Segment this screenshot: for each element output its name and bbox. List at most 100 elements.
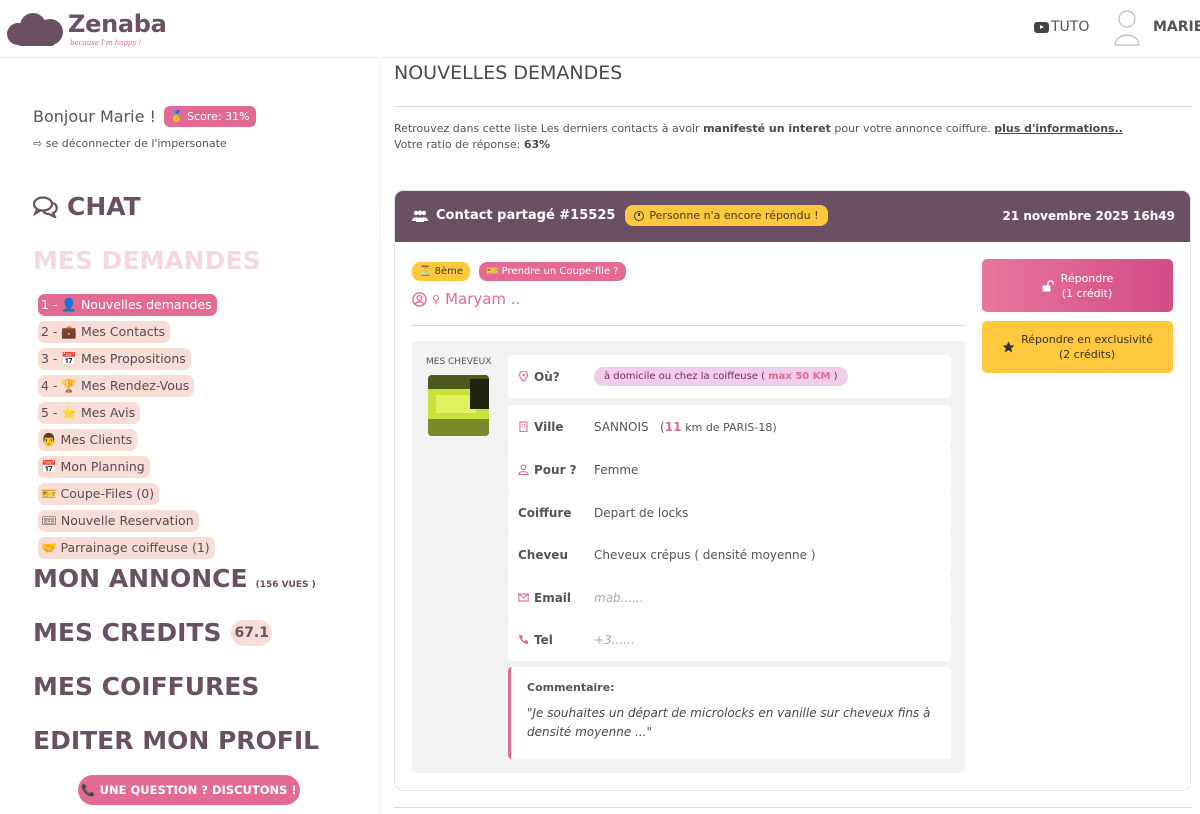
reply-button-text: Répondre (1 crédit): [1061, 271, 1114, 301]
comment-box: Commentaire: "Je souhaites un départ de …: [508, 667, 951, 759]
row-location: Où? à domicile ou chez la coiffeuse ( ma…: [508, 355, 951, 398]
ratio-value: 63%: [523, 138, 551, 151]
user-outline-icon: [518, 464, 529, 475]
subnav-nouvelle-reservation[interactable]: 🎟 Nouvelle Reservation: [38, 510, 199, 532]
nav-mon-annonce[interactable]: MON ANNONCE (156 VUES ): [33, 564, 316, 593]
status-badge-label: Personne n'a encore répondu !: [649, 209, 819, 222]
score-badge: 🥇 Score: 31%: [163, 106, 256, 127]
question-chat-button[interactable]: 📞 UNE QUESTION ? DISCUTONS !: [78, 775, 300, 805]
location-value: à domicile ou chez la coiffeuse (: [604, 371, 766, 382]
intro-part-2: pour votre annonce coiffure.: [830, 122, 995, 135]
user-avatar-icon[interactable]: [1113, 8, 1141, 46]
subnav-nouvelles-demandes[interactable]: 1 - 👤 Nouvelles demandes: [38, 294, 217, 316]
comment-text: "Je souhaites un départ de microlocks en…: [527, 706, 931, 739]
zenaba-logo[interactable]: Zenaba because I'm happy !: [6, 6, 167, 52]
demandes-subnav: 1 - 👤 Nouvelles demandes 2 - 💼 Mes Conta…: [38, 294, 217, 564]
email-label: Email: [534, 590, 572, 605]
logo-tagline: because I'm happy !: [70, 39, 142, 47]
top-header: Zenaba because I'm happy ! TUTO MARIE: [0, 0, 1200, 58]
nav-chat[interactable]: CHAT: [33, 192, 141, 221]
subnav-coupe-files[interactable]: 🎫 Coupe-Files (0): [38, 483, 160, 505]
reply-exclusive-button[interactable]: Répondre en exclusivité (2 crédits): [982, 321, 1173, 373]
bottom-divider: [394, 807, 1192, 808]
hairstyle-value: Depart de locks: [594, 505, 689, 520]
female-icon: ♀: [432, 292, 441, 306]
for-whom-label: Pour ?: [534, 462, 577, 477]
contact-date: 21 novembre 2025 16h49: [1002, 209, 1175, 223]
map-pin-icon: [518, 371, 529, 382]
subnav-mes-propositions[interactable]: 3 - 📅 Mes Propositions: [38, 348, 191, 370]
row-city: Ville SANNOIS (11 km de PARIS-18): [508, 405, 951, 448]
user-circle-icon: [412, 291, 427, 307]
row-for-whom-label: Pour ?: [508, 463, 594, 477]
hair-photo[interactable]: [428, 375, 489, 436]
unlock-icon: [1042, 279, 1054, 291]
reply-exclusive-text: Répondre en exclusivité (2 crédits): [1021, 332, 1153, 362]
reply-label: Répondre: [1060, 271, 1114, 285]
city-distance-km: 11: [664, 419, 682, 434]
hair-photo-image: [428, 375, 489, 436]
location-chip: à domicile ou chez la coiffeuse ( max 50…: [594, 367, 848, 386]
row-email: Email mab......: [508, 576, 951, 619]
user-name[interactable]: MARIE: [1153, 19, 1200, 35]
subnav-mes-rendez-vous[interactable]: 4 - 🏆 Mes Rendez-Vous: [38, 375, 195, 397]
hair-type-value: Cheveux crépus ( densité moyenne ): [594, 547, 816, 562]
phone-value: +3......: [594, 632, 635, 647]
reply-exclusive-cost: (2 crédits): [1058, 348, 1116, 361]
row-hair-type: Cheveu Cheveux crépus ( densité moyenne …: [508, 533, 951, 576]
hair-type-label: Cheveu: [518, 547, 568, 562]
annonce-views-count: (156 VUES ): [255, 580, 316, 590]
subnav-mes-contacts[interactable]: 2 - 💼 Mes Contacts: [38, 321, 171, 343]
more-info-link[interactable]: plus d'informations..: [994, 122, 1123, 135]
tuto-link[interactable]: TUTO: [1034, 19, 1089, 35]
city-distance-suffix: km de PARIS-18): [685, 420, 777, 434]
greeting: Bonjour Marie !: [33, 107, 156, 126]
subnav-mes-clients[interactable]: 👨 Mes Clients: [38, 429, 138, 451]
logo-wordmark: Zenaba: [68, 10, 167, 38]
subnav-parrainage[interactable]: 🤝 Parrainage coiffeuse (1): [38, 537, 215, 559]
ratio-label: Votre ratio de réponse:: [394, 138, 524, 151]
client-name-row: ♀ Maryam ..: [412, 290, 520, 308]
coupe-file-button[interactable]: 🎫 Prendre un Coupe-file ?: [479, 262, 626, 281]
phone-label: Tel: [534, 632, 553, 647]
reply-button[interactable]: Répondre (1 crédit): [982, 259, 1173, 312]
name-divider: [412, 325, 965, 326]
row-location-label: Où?: [508, 370, 594, 384]
client-name: Maryam ..: [445, 290, 521, 308]
intro-text: Retrouvez dans cette liste Les derniers …: [394, 121, 1184, 153]
intro-part-1: Retrouvez dans cette liste Les derniers …: [394, 122, 704, 135]
location-max-km: max 50 KM: [768, 371, 831, 382]
status-badge: Personne n'a encore répondu !: [625, 205, 828, 226]
tuto-label: TUTO: [1051, 19, 1090, 35]
row-city-label: Ville: [508, 420, 594, 434]
city-name: SANNOIS: [594, 419, 649, 434]
cloud-logo-icon: [7, 13, 63, 46]
comment-label: Commentaire:: [527, 681, 615, 694]
page-title: NOUVELLES DEMANDES: [394, 62, 623, 84]
subnav-mon-planning[interactable]: 📅 Mon Planning: [38, 456, 150, 478]
for-whom-value: Femme: [594, 462, 639, 477]
disconnect-impersonate-link[interactable]: ⇨ se déconnecter de l'impersonate: [33, 137, 227, 150]
contact-card-header: Contact partagé #15525 Personne n'a enco…: [395, 191, 1190, 242]
contact-title-row: Contact partagé #15525 Personne n'a enco…: [412, 205, 828, 226]
rank-badge: ⏳ 8ème: [412, 262, 471, 281]
nav-mes-demandes[interactable]: MES DEMANDES: [33, 246, 260, 275]
reply-exclusive-label: Répondre en exclusivité: [1021, 333, 1153, 346]
nav-mes-credits[interactable]: MES CREDITS 67.1: [33, 618, 272, 647]
subnav-mes-avis[interactable]: 5 - ⭐ Mes Avis: [38, 402, 141, 424]
contact-title: Contact partagé #15525: [436, 208, 616, 223]
city-value: SANNOIS (11 km de PARIS-18): [594, 419, 777, 434]
nav-mes-coiffures[interactable]: MES COIFFURES: [33, 672, 259, 701]
row-for-whom: Pour ? Femme: [508, 448, 951, 491]
main-content: NOUVELLES DEMANDES Retrouvez dans cette …: [394, 59, 1194, 814]
row-phone: Tel +3......: [508, 618, 951, 661]
youtube-icon: [1034, 21, 1049, 33]
sidebar: Bonjour Marie ! 🥇 Score: 31% ⇨ se déconn…: [0, 59, 381, 814]
clock-icon: [634, 210, 645, 221]
nav-editer-profil[interactable]: EDITER MON PROFIL: [33, 726, 319, 755]
email-value: mab......: [594, 590, 644, 605]
building-icon: [519, 421, 528, 432]
intro-bold: manifesté un interet: [703, 122, 831, 135]
title-divider: [394, 106, 1192, 107]
row-phone-label: Tel: [508, 633, 594, 647]
